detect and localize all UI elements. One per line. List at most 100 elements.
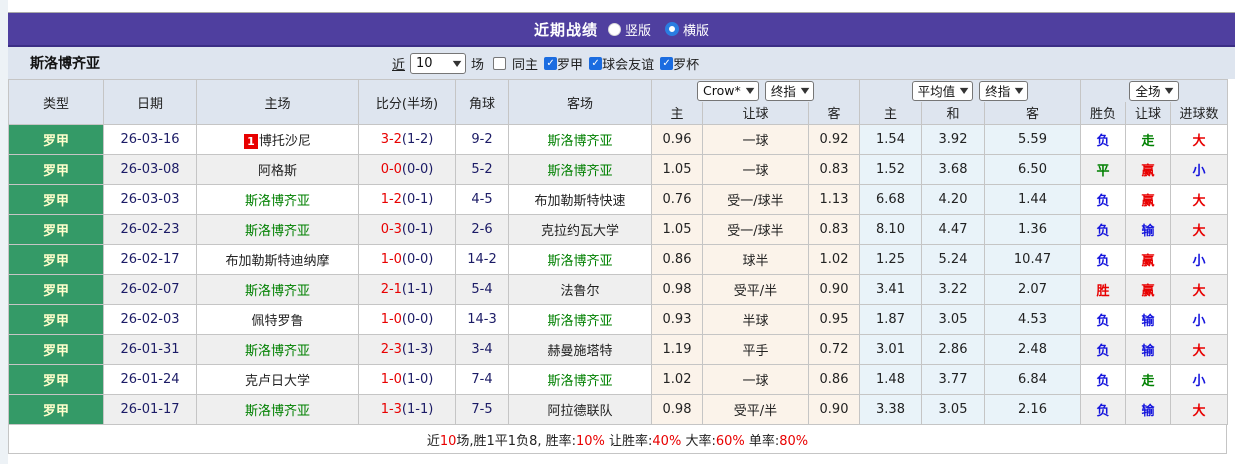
checkbox-checked[interactable]: ✓: [589, 56, 603, 70]
away-team-cell: 斯洛博齐亚: [508, 154, 652, 185]
scope-select-value: 全场: [1135, 84, 1161, 100]
near-link[interactable]: 近: [392, 54, 405, 73]
corner-cell: 2-6: [455, 214, 509, 245]
radio-vertical-label[interactable]: 竖版: [625, 20, 651, 39]
match-date-cell: 26-03-16: [103, 124, 197, 155]
away-team-cell: 赫曼施塔特: [508, 334, 652, 365]
odds-select-group: 平均值 ▼ 终指 ▼: [859, 79, 1082, 102]
handicap-away-odds-cell: 0.95: [807, 304, 861, 335]
home-team-cell: 斯洛博齐亚: [196, 334, 359, 365]
handicap-line-cell: 球半: [702, 244, 809, 275]
away-team-name: 斯洛博齐亚: [547, 134, 613, 149]
summary-stat-value: 10%: [575, 433, 605, 449]
away-team-cell: 斯洛博齐亚: [508, 364, 652, 395]
checkbox-label[interactable]: 球会友谊: [602, 54, 654, 73]
sub-column-header-让球: 让球: [1125, 101, 1172, 125]
home-team-cell: 斯洛博齐亚: [196, 214, 359, 245]
odds-select-group: Crow* ▼ 终指 ▼: [650, 79, 861, 102]
filter-bar: 斯洛博齐亚 近 10 ▼ 场 同主 ✓ 罗甲 ✓ 球会友谊 ✓ 罗杯: [8, 47, 1235, 79]
average-select[interactable]: 平均值 ▼: [911, 80, 974, 101]
handicap-home-odds-cell: 0.76: [651, 184, 703, 215]
checkbox-label[interactable]: 同主: [512, 54, 538, 73]
average-final-select[interactable]: 终指 ▼: [979, 80, 1029, 101]
table-row: 罗甲 26-02-23 斯洛博齐亚 0-3(0-1) 2-6 克拉约瓦大学 1.05 受一/球…: [8, 214, 1229, 245]
fulltime-score: 3-2: [380, 132, 402, 147]
chevron-down-icon: ▼: [452, 58, 462, 68]
league-type-cell: 罗甲: [8, 334, 104, 365]
section-title-bar: 近期战绩 竖版 横版: [8, 13, 1235, 47]
avg-away-odds-cell: 1.36: [984, 214, 1082, 245]
home-team-name: 克卢日大学: [244, 374, 310, 389]
away-team-cell: 阿拉德联队: [508, 394, 652, 425]
goals-result-cell: 小: [1170, 364, 1229, 395]
page: 近期战绩 竖版 横版 斯洛博齐亚 近 10 ▼ 场 同主 ✓ 罗甲 ✓ 球会友谊…: [0, 0, 1235, 464]
avg-away-odds-cell: 6.50: [984, 154, 1082, 185]
match-date-cell: 26-02-23: [103, 214, 197, 245]
checkbox-item-罗甲: ✓ 罗甲: [544, 54, 583, 73]
avg-draw-odds-cell: 2.86: [921, 334, 986, 365]
radio-vertical-icon[interactable]: [607, 22, 621, 36]
corner-cell: 4-5: [455, 184, 509, 215]
result-cell: 负: [1080, 124, 1127, 155]
radio-option-vertical[interactable]: 竖版: [607, 20, 651, 39]
avg-away-odds-cell: 4.53: [984, 304, 1082, 335]
halftime-score: (0-0): [401, 312, 434, 327]
score-cell: 3-2(1-2): [358, 124, 456, 155]
final-odds-select[interactable]: 终指 ▼: [764, 80, 815, 101]
score-cell: 2-3(1-3): [358, 334, 456, 365]
chevron-down-icon: ▼: [1165, 86, 1174, 96]
scope-select[interactable]: 全场 ▼: [1129, 80, 1179, 101]
team-name: 斯洛博齐亚: [30, 56, 100, 72]
checkbox-checked[interactable]: ✓: [660, 56, 674, 70]
corner-cell: 3-4: [455, 334, 509, 365]
bookmaker-select-value: Crow*: [702, 83, 741, 99]
score-cell: 0-3(0-1): [358, 214, 456, 245]
handicap-result-cell: 赢: [1125, 184, 1172, 215]
match-count-select[interactable]: 10 ▼: [410, 52, 467, 74]
goals-result-cell: 小: [1170, 244, 1229, 275]
table-row: 罗甲 26-03-03 斯洛博齐亚 1-2(0-1) 4-5 布加勒斯特快速 0.76 受一/…: [8, 184, 1229, 215]
checkbox-checked[interactable]: ✓: [544, 56, 558, 70]
table-row: 罗甲 26-02-17 布加勒斯特迪纳摩 1-0(0-0) 14-2 斯洛博齐亚 0.86 球…: [8, 244, 1229, 275]
league-type-cell: 罗甲: [8, 124, 104, 155]
home-team-cell: 1 博托沙尼: [196, 124, 359, 155]
match-date-cell: 26-02-17: [103, 244, 197, 275]
handicap-home-odds-cell: 1.02: [651, 364, 703, 395]
summary-stat-label: 大率:: [681, 433, 716, 449]
match-date-cell: 26-01-24: [103, 364, 197, 395]
avg-home-odds-cell: 6.68: [859, 184, 923, 215]
avg-home-odds-cell: 1.25: [859, 244, 923, 275]
odds-select-group: 全场 ▼: [1080, 79, 1229, 102]
match-date-cell: 26-02-03: [103, 304, 197, 335]
checkbox-label[interactable]: 罗甲: [557, 54, 583, 73]
summary-stat-label: 让胜率:: [604, 433, 653, 449]
avg-away-odds-cell: 10.47: [984, 244, 1082, 275]
radio-option-horizontal[interactable]: 横版: [665, 20, 709, 39]
away-team-cell: 布加勒斯特快速: [508, 184, 652, 215]
score-cell: 1-3(1-1): [358, 394, 456, 425]
summary-stat-value: 10: [439, 433, 457, 449]
goals-result-cell: 大: [1170, 274, 1229, 305]
checkbox-unchecked[interactable]: [493, 56, 507, 70]
home-team-name: 布加勒斯特迪纳摩: [225, 254, 330, 269]
match-date-cell: 26-02-07: [103, 274, 197, 305]
result-cell: 负: [1080, 184, 1127, 215]
sub-column-header-主: 主: [859, 101, 923, 125]
handicap-home-odds-cell: 0.93: [651, 304, 703, 335]
fulltime-score: 0-0: [380, 162, 402, 177]
bookmaker-select[interactable]: Crow* ▼: [696, 80, 759, 101]
goals-result-cell: 大: [1170, 334, 1229, 365]
checkbox-label[interactable]: 罗杯: [673, 54, 699, 73]
radio-horizontal-icon[interactable]: [665, 22, 679, 36]
halftime-score: (0-0): [401, 252, 434, 267]
avg-draw-odds-cell: 3.05: [921, 304, 986, 335]
summary-stat-label: 近: [426, 433, 440, 449]
handicap-away-odds-cell: 0.90: [807, 394, 861, 425]
handicap-result-cell: 走: [1125, 124, 1172, 155]
league-type-cell: 罗甲: [8, 394, 104, 425]
halftime-score: (1-0): [401, 372, 434, 387]
home-team-name: 斯洛博齐亚: [244, 224, 310, 239]
table-row: 罗甲 26-02-07 斯洛博齐亚 2-1(1-1) 5-4 法鲁尔 0.98 受平/半 0.9…: [8, 274, 1229, 305]
fulltime-score: 1-0: [380, 372, 402, 387]
radio-horizontal-label[interactable]: 横版: [683, 20, 709, 39]
